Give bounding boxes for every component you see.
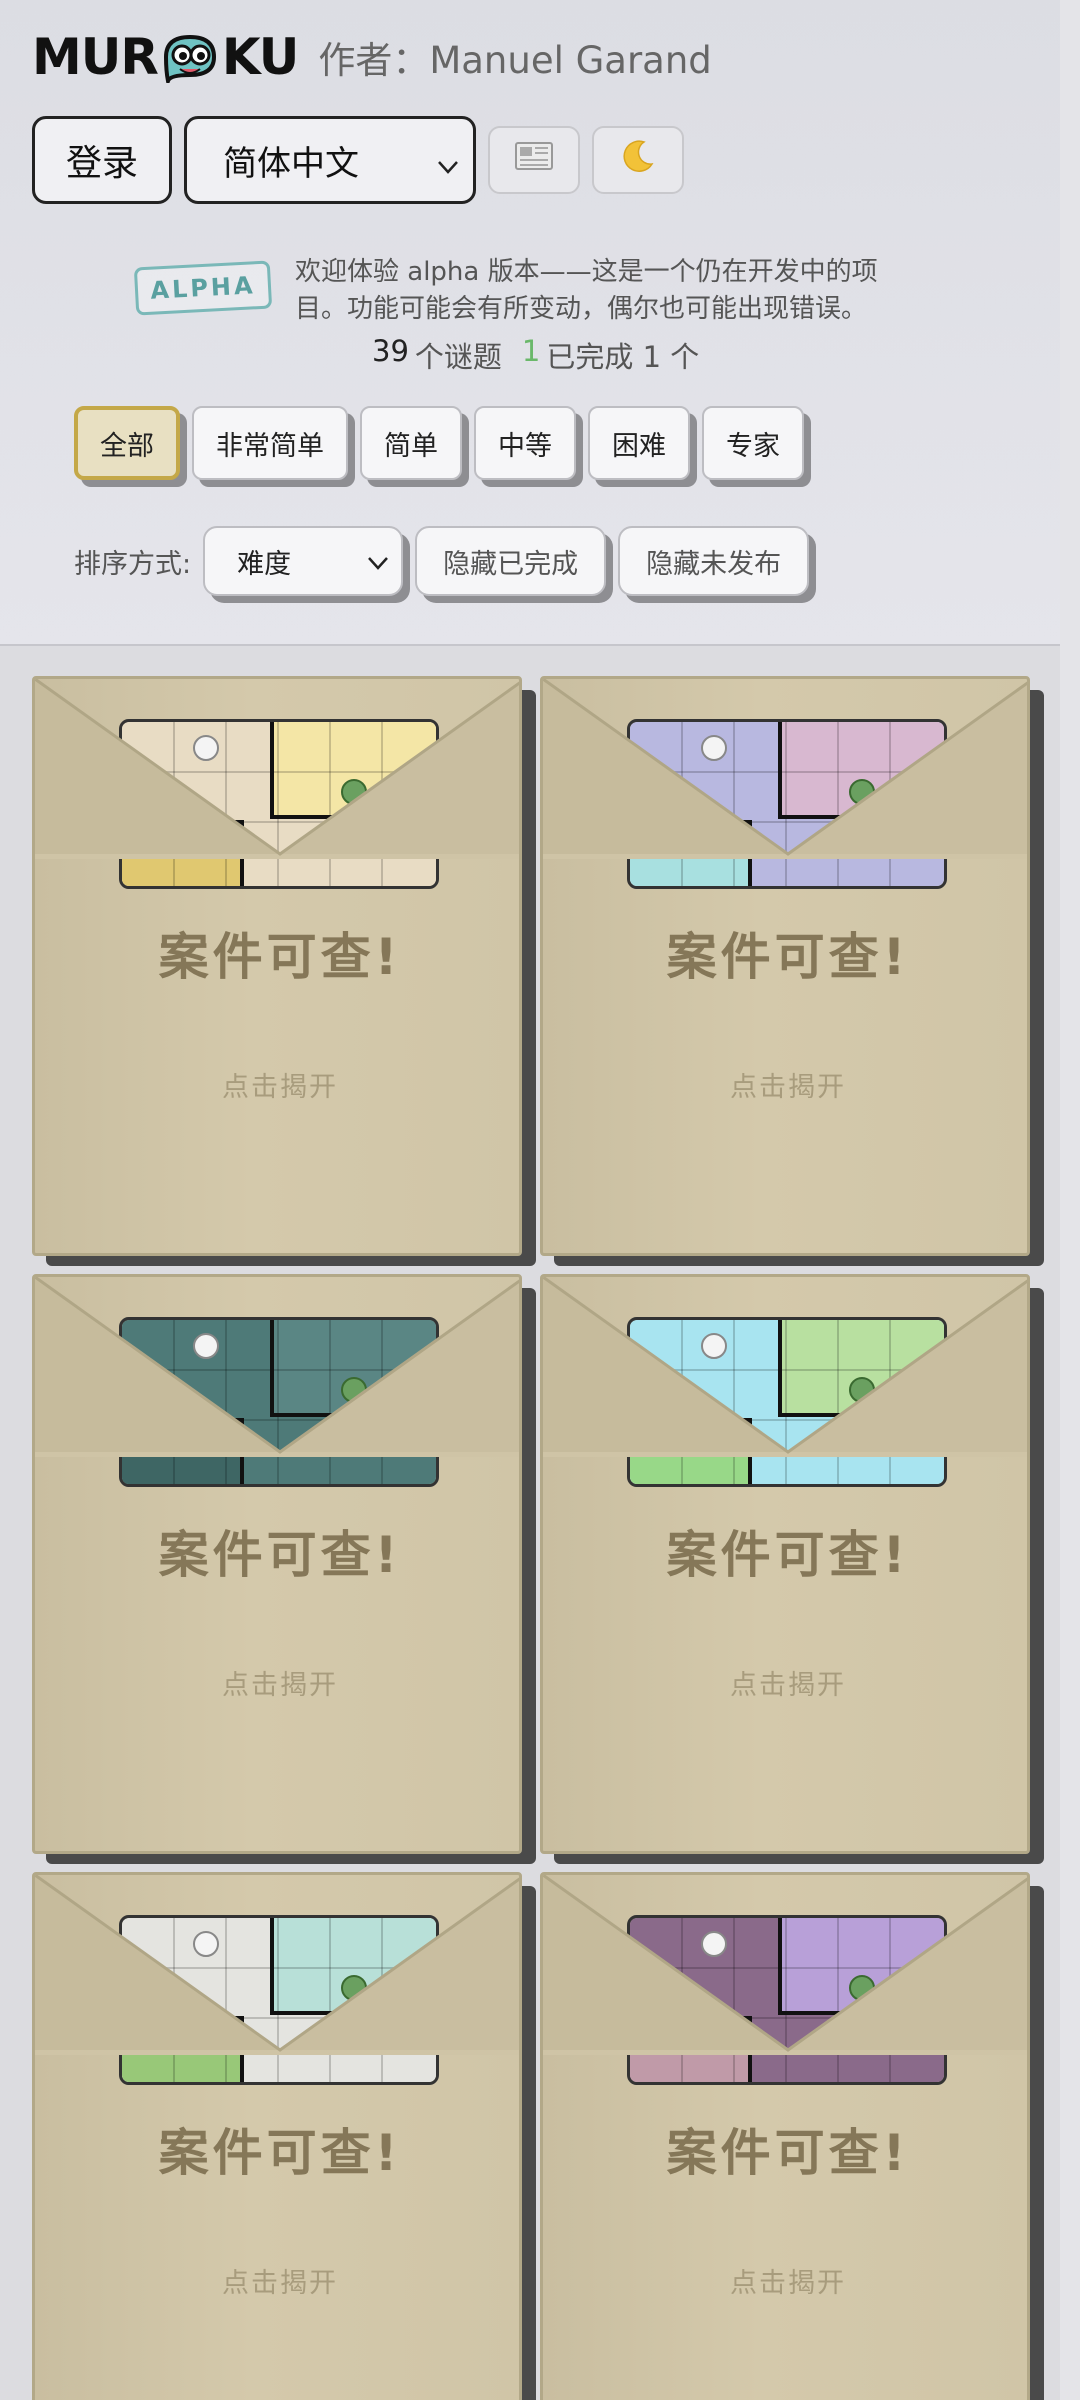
envelope: 案件可查! 点击揭开: [32, 1872, 522, 2400]
logo-mascot-icon: [160, 31, 220, 89]
envelope: 案件可查! 点击揭开: [540, 1274, 1030, 1854]
envelope-flap: [35, 1277, 519, 1457]
author-credit: 作者：Manuel Garand: [318, 39, 712, 82]
filter-expert[interactable]: 专家: [702, 406, 804, 480]
card-title: 案件可查!: [666, 1526, 910, 1584]
envelope-flap: [35, 1875, 519, 2055]
puzzle-card[interactable]: 案件可查! 点击揭开: [540, 1274, 1044, 1864]
puzzle-card[interactable]: 案件可查! 点击揭开: [32, 676, 536, 1266]
envelope: 案件可查! 点击揭开: [32, 676, 522, 1256]
envelope: 案件可查! 点击揭开: [540, 676, 1030, 1256]
card-subtitle: 点击揭开: [222, 1072, 338, 1103]
alpha-badge: ALPHA: [133, 260, 273, 316]
puzzle-grid: 案件可查! 点击揭开 案件可查! 点击揭开 案件可查! 点击揭开 案件可查! 点…: [0, 646, 1060, 2400]
card-subtitle: 点击揭开: [222, 2268, 338, 2299]
sort-label: 排序方式:: [74, 548, 192, 580]
completed-count: 1: [521, 334, 541, 368]
puzzle-count: 39: [372, 334, 409, 368]
theme-toggle-button[interactable]: [592, 126, 684, 194]
puzzle-stats: 39 个谜题 1 已完成 1 个: [372, 334, 699, 376]
header: MUR KU 作者：Manuel Garand: [32, 22, 712, 92]
envelope: 案件可查! 点击揭开: [540, 1872, 1030, 2400]
logo[interactable]: MUR KU: [32, 22, 299, 92]
card-title: 案件可查!: [666, 2124, 910, 2182]
hide-completed-button[interactable]: 隐藏已完成: [415, 526, 607, 596]
filter-hard[interactable]: 困难: [588, 406, 690, 480]
envelope-flap: [543, 1875, 1027, 2055]
difficulty-filters: 全部 非常简单 简单 中等 困难 专家: [74, 406, 804, 480]
card-title: 案件可查!: [158, 1526, 402, 1584]
puzzle-card[interactable]: 案件可查! 点击揭开: [540, 1872, 1044, 2400]
logo-text-left: MUR: [32, 28, 159, 86]
puzzle-count-label: 个谜题: [414, 340, 502, 374]
card-subtitle: 点击揭开: [222, 1670, 338, 1701]
puzzle-card[interactable]: 案件可查! 点击揭开: [32, 1274, 536, 1864]
completed-count-label: 已完成 1 个: [546, 340, 700, 374]
sort-bar: 排序方式: 难度 隐藏已完成 隐藏未发布: [74, 526, 810, 596]
card-subtitle: 点击揭开: [730, 1072, 846, 1103]
alpha-notice-text: 欢迎体验 alpha 版本——这是一个仍在开发中的项目。功能可能会有所变动，偶尔…: [295, 257, 878, 324]
chevron-down-icon: [365, 550, 391, 583]
sort-value: 难度: [237, 548, 292, 580]
envelope-flap: [35, 679, 519, 859]
card-title: 案件可查!: [666, 928, 910, 986]
hide-unreleased-button[interactable]: 隐藏未发布: [618, 526, 810, 596]
language-select[interactable]: 简体中文: [184, 116, 476, 204]
logo-text-right: KU: [221, 28, 299, 86]
news-button[interactable]: [488, 126, 580, 194]
puzzle-card[interactable]: 案件可查! 点击揭开: [540, 676, 1044, 1266]
newspaper-icon: [514, 140, 554, 181]
toolbar: 登录 简体中文: [32, 116, 684, 204]
scrollbar[interactable]: [1060, 0, 1080, 2400]
envelope-flap: [543, 679, 1027, 859]
chevron-down-icon: [435, 149, 461, 189]
envelope-flap: [543, 1277, 1027, 1457]
login-button[interactable]: 登录: [32, 116, 172, 204]
filter-easy[interactable]: 简单: [360, 406, 462, 480]
sort-select[interactable]: 难度: [203, 526, 404, 596]
envelope: 案件可查! 点击揭开: [32, 1274, 522, 1854]
card-subtitle: 点击揭开: [730, 1670, 846, 1701]
card-title: 案件可查!: [158, 928, 402, 986]
filter-medium[interactable]: 中等: [474, 406, 576, 480]
puzzle-card[interactable]: 案件可查! 点击揭开: [32, 1872, 536, 2400]
filter-very-easy[interactable]: 非常简单: [192, 406, 348, 480]
filter-all[interactable]: 全部: [74, 406, 180, 480]
card-subtitle: 点击揭开: [730, 2268, 846, 2299]
card-title: 案件可查!: [158, 2124, 402, 2182]
moon-icon: [618, 136, 658, 185]
language-value: 简体中文: [223, 143, 359, 184]
page: MUR KU 作者：Manuel Garand 登录 简体中文 ALPHA 欢迎…: [0, 0, 1060, 2400]
